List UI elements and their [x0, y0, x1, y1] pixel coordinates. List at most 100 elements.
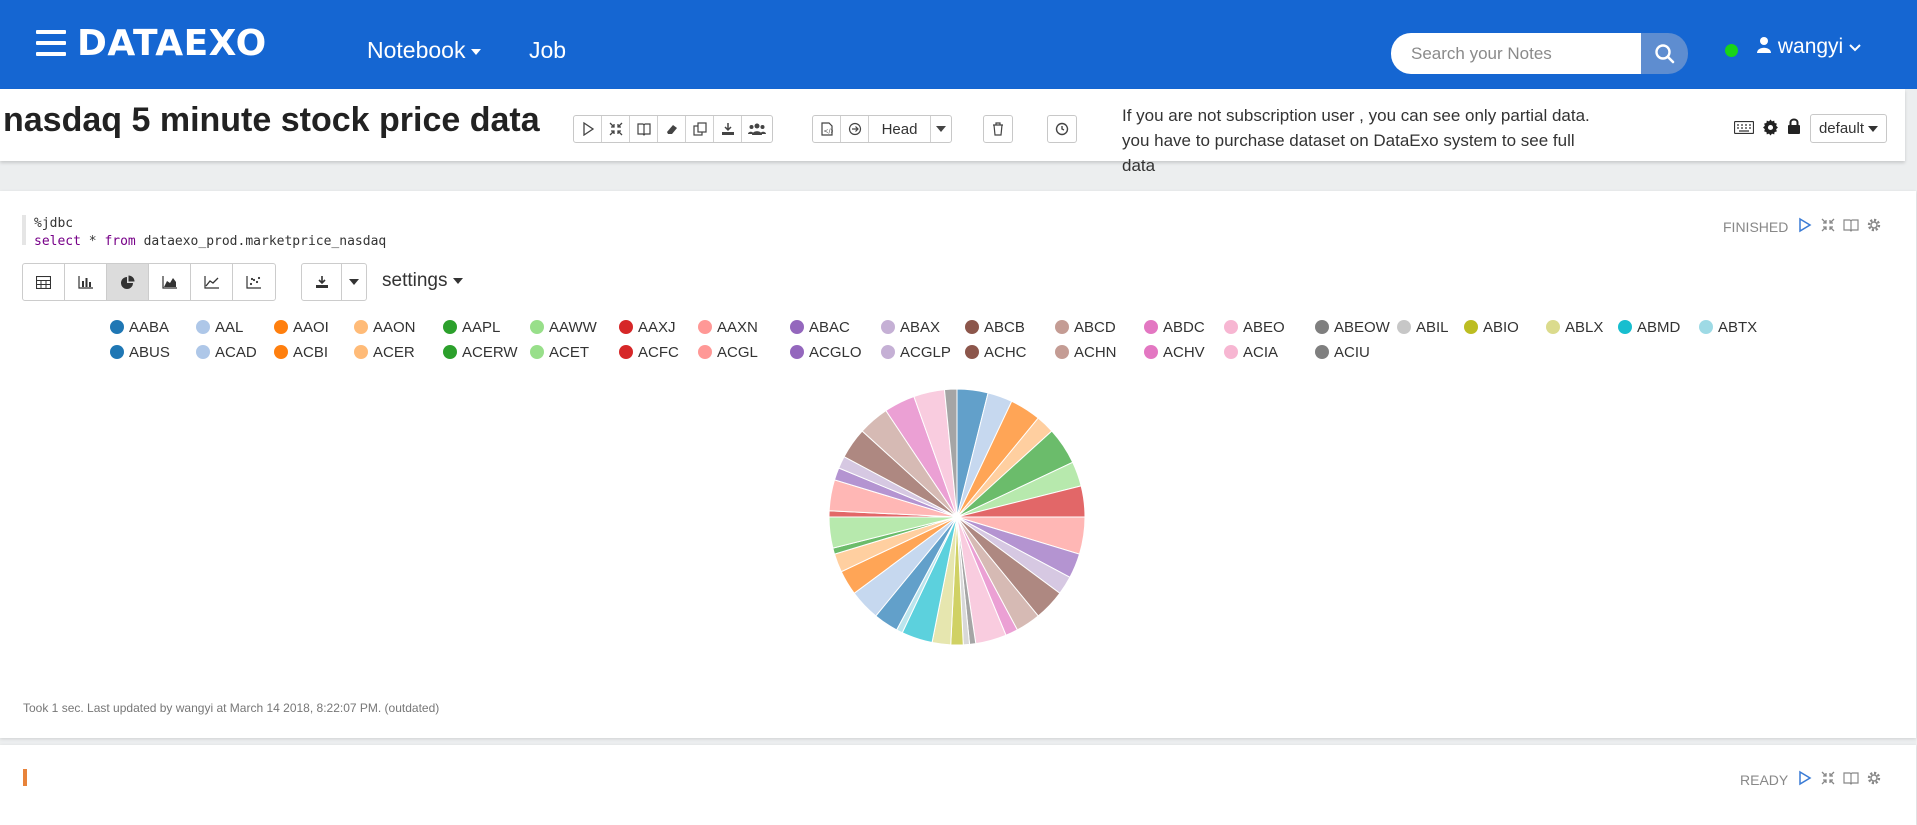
toggle-code-button[interactable]: [602, 116, 630, 142]
legend-item-abil[interactable]: ABIL: [1397, 319, 1449, 336]
run-paragraph-icon[interactable]: [1797, 770, 1813, 786]
legend-swatch: [965, 320, 979, 334]
chart-settings-toggle[interactable]: settings: [382, 270, 464, 292]
legend-item-acia[interactable]: ACIA: [1224, 344, 1278, 361]
legend-item-acerw[interactable]: ACERW: [443, 344, 518, 361]
legend-item-acfc[interactable]: ACFC: [619, 344, 679, 361]
brand-logo[interactable]: DATAEXO: [77, 23, 267, 64]
legend-item-acglo[interactable]: ACGLO: [790, 344, 862, 361]
legend-item-acet[interactable]: ACET: [530, 344, 589, 361]
table-icon: [36, 275, 51, 289]
legend-item-acgl[interactable]: ACGL: [698, 344, 758, 361]
pie-chart-button[interactable]: [107, 264, 149, 300]
bar-chart-button[interactable]: [65, 264, 107, 300]
legend-item-acad[interactable]: ACAD: [196, 344, 257, 361]
legend-label: ABAX: [900, 319, 941, 336]
legend-swatch: [196, 345, 210, 359]
nav-notebook-dropdown[interactable]: Notebook: [367, 37, 482, 64]
legend-item-abtx[interactable]: ABTX: [1699, 319, 1757, 336]
legend-swatch: [196, 320, 210, 334]
caret-down-icon: [936, 126, 946, 132]
legend-item-acbi[interactable]: ACBI: [274, 344, 328, 361]
code-line-query: select * from dataexo_prod.marketprice_n…: [34, 233, 386, 251]
user-menu-dropdown[interactable]: wangyi: [1756, 35, 1861, 59]
delete-note-button[interactable]: [984, 116, 1012, 142]
legend-item-aaba[interactable]: AABA: [110, 319, 169, 336]
scheduler-group: [1047, 115, 1077, 143]
run-paragraph-icon[interactable]: [1797, 217, 1813, 233]
legend-label: ACIA: [1243, 344, 1279, 361]
version-control-button[interactable]: </>: [813, 116, 841, 142]
set-revision-button[interactable]: [841, 116, 869, 142]
legend-item-aaon[interactable]: AAON: [354, 319, 416, 336]
top-navbar: DATAEXO Notebook Job wangyi: [0, 0, 1917, 89]
download-format-toggle[interactable]: [342, 264, 366, 300]
legend-item-abax[interactable]: ABAX: [881, 319, 940, 336]
legend-label: ABEO: [1243, 319, 1285, 336]
legend-item-aapl[interactable]: AAPL: [443, 319, 500, 336]
collapse-arrows-icon[interactable]: [1820, 770, 1836, 786]
area-chart-button[interactable]: [149, 264, 191, 300]
legend-item-aaww[interactable]: AAWW: [530, 319, 597, 336]
legend-item-abcb[interactable]: ABCB: [965, 319, 1025, 336]
username-label: wangyi: [1777, 35, 1844, 58]
gear-icon[interactable]: [1866, 770, 1882, 786]
legend-item-acer[interactable]: ACER: [354, 344, 415, 361]
collapse-arrows-icon[interactable]: [1820, 217, 1836, 233]
revision-dropdown-toggle[interactable]: [931, 116, 951, 142]
eraser-icon: [666, 125, 677, 134]
nav-job-link[interactable]: Job: [529, 37, 566, 64]
legend-item-abeo[interactable]: ABEO: [1224, 319, 1285, 336]
legend-item-abcd[interactable]: ABCD: [1055, 319, 1116, 336]
legend-item-abus[interactable]: ABUS: [110, 344, 170, 361]
page-title[interactable]: nasdaq 5 minute stock price data: [3, 101, 540, 140]
run-scheduler-button[interactable]: [1048, 116, 1076, 142]
legend-item-abdc[interactable]: ABDC: [1144, 319, 1205, 336]
legend-swatch: [354, 345, 368, 359]
lock-icon[interactable]: [1787, 118, 1801, 135]
legend-item-abeow[interactable]: ABEOW: [1315, 319, 1390, 336]
legend-item-achn[interactable]: ACHN: [1055, 344, 1117, 361]
bar-chart-icon: [77, 276, 93, 289]
legend-item-aaxj[interactable]: AAXJ: [619, 319, 676, 336]
download-data-button[interactable]: [302, 264, 342, 300]
clone-note-button[interactable]: [686, 116, 714, 142]
file-code-icon: </>: [820, 122, 833, 136]
legend-item-aaxn[interactable]: AAXN: [698, 319, 758, 336]
legend-item-acglp[interactable]: ACGLP: [881, 344, 951, 361]
legend-item-achv[interactable]: ACHV: [1144, 344, 1205, 361]
chevron-down-icon: [471, 48, 482, 55]
hamburger-menu-icon[interactable]: [36, 30, 66, 56]
scatter-chart-button[interactable]: [233, 264, 275, 300]
search-button[interactable]: [1641, 33, 1688, 74]
interpreter-binding-select[interactable]: default: [1810, 114, 1887, 143]
legend-swatch: [1144, 320, 1158, 334]
legend-item-abac[interactable]: ABAC: [790, 319, 850, 336]
legend-label: ACET: [549, 344, 590, 361]
legend-item-abio[interactable]: ABIO: [1464, 319, 1519, 336]
legend-item-achc[interactable]: ACHC: [965, 344, 1027, 361]
keyboard-icon[interactable]: [1734, 121, 1754, 134]
legend-item-aciu[interactable]: ACIU: [1315, 344, 1370, 361]
legend-item-aal[interactable]: AAL: [196, 319, 243, 336]
table-view-button[interactable]: [23, 264, 65, 300]
legend-label: ACBI: [293, 344, 329, 361]
legend-item-ablx[interactable]: ABLX: [1546, 319, 1603, 336]
book-icon[interactable]: [1843, 217, 1859, 233]
code-editor[interactable]: %jdbc select * from dataexo_prod.marketp…: [22, 215, 386, 249]
run-all-button[interactable]: [574, 116, 602, 142]
export-note-button[interactable]: [714, 116, 742, 142]
collaborators-button[interactable]: [742, 116, 772, 142]
clear-output-button[interactable]: [658, 116, 686, 142]
line-chart-button[interactable]: [191, 264, 233, 300]
legend-swatch: [790, 345, 804, 359]
gear-icon[interactable]: [1866, 217, 1882, 233]
gear-icon[interactable]: [1762, 119, 1779, 136]
legend-item-aaoi[interactable]: AAOI: [274, 319, 329, 336]
book-icon[interactable]: [1843, 770, 1859, 786]
editor-cursor[interactable]: [23, 769, 27, 786]
toggle-output-button[interactable]: [630, 116, 658, 142]
revision-head-label[interactable]: Head: [869, 116, 931, 142]
legend-item-abmd[interactable]: ABMD: [1618, 319, 1680, 336]
search-input[interactable]: [1391, 33, 1641, 74]
